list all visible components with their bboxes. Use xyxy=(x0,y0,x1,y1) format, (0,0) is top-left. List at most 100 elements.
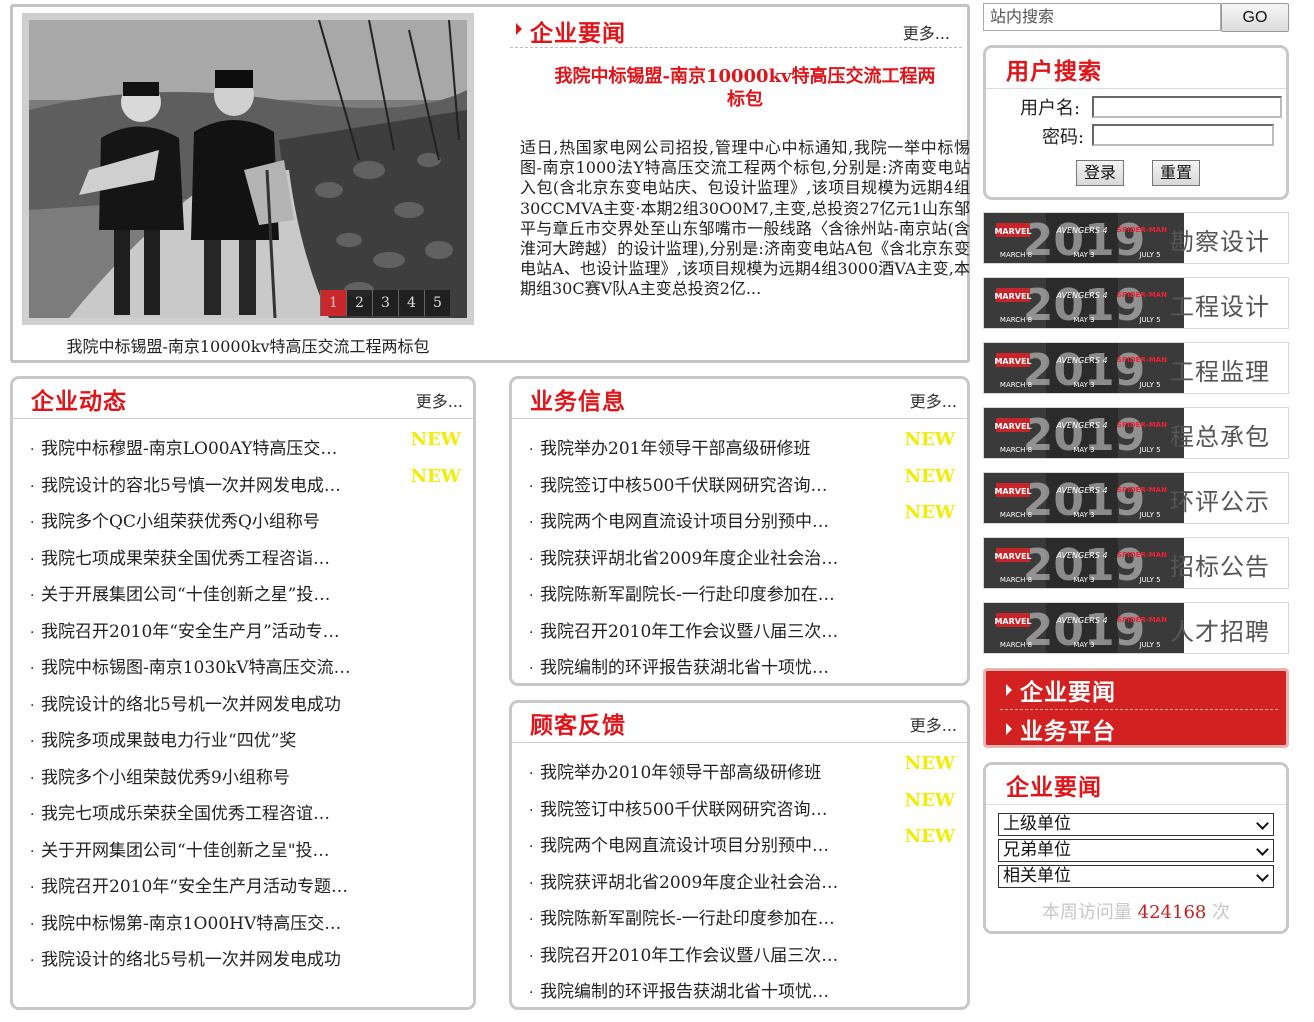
list-item-title[interactable]: 我院获评胡北省2009年度企业社会治… xyxy=(540,544,838,569)
list-item-title[interactable]: 我院两个电网直流设计项目分别预中… xyxy=(540,507,829,532)
list-item[interactable]: · 我院召开2010年工作会议暨八届三次… xyxy=(526,617,957,654)
list-item-title[interactable]: 我院编制的环评报告获湖北省十项忧… xyxy=(540,977,829,1002)
banner-may: MAY 3 xyxy=(1073,576,1094,584)
list-item[interactable]: · 我院获评胡北省2009年度企业社会治… xyxy=(526,868,957,905)
service-banner[interactable]: 2019 MARVEL AVENGERS 4 SPIDER-MAN MARCH 8 MAY… xyxy=(983,602,1289,654)
reset-button[interactable]: 重置 xyxy=(1152,160,1200,186)
list-item[interactable]: · 我院两个电网直流设计项目分别预中… NEW xyxy=(526,826,957,868)
list-item-title[interactable]: 我院召开2010年工作会议暨八届三次… xyxy=(540,617,838,642)
featured-more-link[interactable]: 更多... xyxy=(903,20,950,44)
service-banner[interactable]: 2019 MARVEL AVENGERS 4 SPIDER-MAN MARCH 8 MAY… xyxy=(983,277,1289,329)
list-item[interactable]: · 我院编制的环评报告获湖北省十项忧… xyxy=(526,653,957,690)
list-item[interactable]: · 我院获评胡北省2009年度企业社会治… xyxy=(526,544,957,581)
bullet-icon: · xyxy=(529,948,534,965)
service-banner[interactable]: 2019 MARVEL AVENGERS 4 SPIDER-MAN MARCH 8 MAY… xyxy=(983,472,1289,524)
list-item[interactable]: · 我院多项成果鼓电力行业“四优”奖 xyxy=(27,726,463,763)
new-badge: NEW xyxy=(904,753,955,774)
list-item-title[interactable]: 我院举办2010年领导干部高级研修班 xyxy=(540,758,821,783)
featured-photo-art xyxy=(29,20,467,318)
list-item[interactable]: · 我院举办2010年领导干部高级研修班 NEW xyxy=(526,753,957,795)
panel-header: 企业动态 更多... xyxy=(13,379,473,419)
list-item-title[interactable]: 我院七项成果荣获全国优秀工程咨诣… xyxy=(41,544,330,569)
list-item[interactable]: · 关于开展集团公司“十佳创新之星”投… xyxy=(27,580,463,617)
list-item[interactable]: · 我院设计的络北5号机一次并网发电成功 xyxy=(27,690,463,727)
site-search-input[interactable]: 站内搜索 xyxy=(983,3,1221,31)
service-banner[interactable]: 2019 MARVEL AVENGERS 4 SPIDER-MAN MARCH 8 MAY… xyxy=(983,407,1289,459)
list-item[interactable]: · 我院召开2010年“安全生产月活动专题… xyxy=(27,872,463,909)
list-item-title[interactable]: 我院多个QC小组荣获优秀Q小组称号 xyxy=(41,507,320,532)
list-item-title[interactable]: 我院签订中核500千伏联网研究咨询… xyxy=(540,795,827,820)
list-item[interactable]: · 我院举办201年领导干部高级研修班 NEW xyxy=(526,429,957,471)
list-item[interactable]: · 我院中标穆盟-南京LO00AY特高压交… NEW xyxy=(27,429,463,471)
list-item[interactable]: · 我院中标锡图-南京1030kV特高压交流… xyxy=(27,653,463,690)
bullet-icon: · xyxy=(30,953,35,969)
divider xyxy=(1000,709,1278,710)
password-field[interactable] xyxy=(1092,124,1274,146)
service-banner[interactable]: 2019 MARVEL AVENGERS 4 SPIDER-MAN MARCH 8 MAY… xyxy=(983,342,1289,394)
pager-button-4[interactable]: 4 xyxy=(398,290,424,316)
featured-photo[interactable]: 1 2 3 4 5 xyxy=(29,20,467,318)
pager-button-2[interactable]: 2 xyxy=(346,290,372,316)
select-superior-units[interactable]: 上级单位 xyxy=(998,813,1274,836)
list-item[interactable]: · 我院签订中核500千伏联网研究咨询… NEW xyxy=(526,790,957,832)
list-item-title[interactable]: 我院获评胡北省2009年度企业社会治… xyxy=(540,868,838,893)
new-badge: NEW xyxy=(410,429,461,450)
list-item[interactable]: · 我完七项成乐荣获全国优秀工程咨谊… xyxy=(27,799,463,836)
more-link[interactable]: 更多... xyxy=(910,712,957,736)
list-item-title[interactable]: 我院两个电网直流设计项目分别预中… xyxy=(540,831,829,856)
list-item-title[interactable]: 我院中标惕第-南京1O00HV特高压交… xyxy=(41,909,341,934)
pager-button-5[interactable]: 5 xyxy=(424,290,450,316)
list-item[interactable]: · 我院陈新军副院长-一行赴印度参加在… xyxy=(526,580,957,617)
list-item-title[interactable]: 我院陈新军副院长-一行赴印度参加在… xyxy=(540,904,835,929)
select-sibling-units[interactable]: 兄弟单位 xyxy=(998,839,1274,862)
list-item[interactable]: · 我院多个QC小组荣获优秀Q小组称号 xyxy=(27,507,463,544)
featured-headline[interactable]: 我院中标锡盟-南京10000kv特高压交流工程两标包 xyxy=(550,65,940,111)
list-item-title[interactable]: 我院编制的环评报告获湖北省十项忧… xyxy=(540,653,829,678)
list-item[interactable]: · 我院编制的环评报告获湖北省十项忧… xyxy=(526,977,957,1014)
list-item-title[interactable]: 我院设计的络北5号机一次并网发电成功 xyxy=(41,690,341,715)
list-item[interactable]: · 我院召开2010年“安全生产月”活动专… xyxy=(27,617,463,654)
list-item[interactable]: · 我院中标惕第-南京1O00HV特高压交… xyxy=(27,909,463,946)
banner-poster-image: 2019 MARVEL AVENGERS 4 SPIDER-MAN MARCH 8 MAY… xyxy=(984,213,1184,263)
list-item[interactable]: · 我院设计的络北5号机一次并网发电成功 xyxy=(27,945,463,982)
list-item[interactable]: · 我院两个电网直流设计项目分别预中… NEW xyxy=(526,502,957,544)
list-item-title[interactable]: 关于开网集团公司“十佳创新之呈"投… xyxy=(41,836,330,861)
list-item-title[interactable]: 我完七项成乐荣获全国优秀工程咨谊… xyxy=(41,799,330,824)
list-item-title[interactable]: 我院陈新军副院长-一行赴印度参加在… xyxy=(540,580,835,605)
list-item[interactable]: · 关于开网集团公司“十佳创新之呈"投… xyxy=(27,836,463,873)
more-link[interactable]: 更多... xyxy=(910,388,957,412)
list-item-title[interactable]: 我院召开2010年“安全生产月”活动专… xyxy=(41,617,340,642)
news-list: · 我院举办2010年领导干部高级研修班 NEW · 我院签订中核500千伏联网研究咨询… xyxy=(526,753,957,1014)
list-item[interactable]: · 我院多个小组荣鼓优秀9小组称号 xyxy=(27,763,463,800)
list-item-title[interactable]: 我院举办201年领导干部高级研修班 xyxy=(540,434,810,459)
list-item[interactable]: · 我院七项成果荣获全国优秀工程咨诣… xyxy=(27,544,463,581)
service-banner[interactable]: 2019 MARVEL AVENGERS 4 SPIDER-MAN MARCH 8 MAY… xyxy=(983,212,1289,264)
list-item-title[interactable]: 关于开展集团公司“十佳创新之星”投… xyxy=(41,580,330,605)
search-go-button[interactable]: GO xyxy=(1221,3,1289,32)
select-related-units[interactable]: 相关单位 xyxy=(998,865,1274,888)
list-item-title[interactable]: 我院中标穆盟-南京LO00AY特高压交… xyxy=(41,434,337,459)
list-item[interactable]: · 我院陈新军副院长-一行赴印度参加在… xyxy=(526,904,957,941)
list-item-title[interactable]: 我院召开2010年工作会议暨八届三次… xyxy=(540,941,838,966)
banner-poster-image: 2019 MARVEL AVENGERS 4 SPIDER-MAN MARCH 8 MAY… xyxy=(984,538,1184,588)
photo-caption[interactable]: 我院中标锡盟-南京10000kv特高压交流工程两标包 xyxy=(13,333,483,357)
list-item[interactable]: · 我院召开2010年工作会议暨八届三次… xyxy=(526,941,957,978)
panel-company-dynamics: 企业动态 更多... · 我院中标穆盟-南京LO00AY特高压交… NEW · 我院设计… xyxy=(10,376,476,1010)
divider xyxy=(986,804,1286,805)
list-item-title[interactable]: 我院设计的络北5号机一次并网发电成功 xyxy=(41,945,341,970)
list-item-title[interactable]: 我院中标锡图-南京1030kV特高压交流… xyxy=(41,653,351,678)
username-field[interactable] xyxy=(1092,96,1282,118)
more-link[interactable]: 更多... xyxy=(416,388,463,412)
list-item-title[interactable]: 我院多个小组荣鼓优秀9小组称号 xyxy=(41,763,290,788)
pager-button-3[interactable]: 3 xyxy=(372,290,398,316)
pager-button-1[interactable]: 1 xyxy=(320,290,346,316)
list-item-title[interactable]: 我院签订中核500千伏联网研究咨询… xyxy=(540,471,827,496)
list-item-title[interactable]: 我院设计的容北5号慎一次并网发电成… xyxy=(41,471,341,496)
list-item-title[interactable]: 我院召开2010年“安全生产月活动专题… xyxy=(41,872,348,897)
list-item-title[interactable]: 我院多项成果鼓电力行业“四优”奖 xyxy=(41,726,296,751)
service-banner[interactable]: 2019 MARVEL AVENGERS 4 SPIDER-MAN MARCH 8 MAY… xyxy=(983,537,1289,589)
list-item[interactable]: · 我院设计的容北5号慎一次并网发电成… NEW xyxy=(27,466,463,508)
login-button[interactable]: 登录 xyxy=(1076,160,1124,186)
list-item[interactable]: · 我院签订中核500千伏联网研究咨询… NEW xyxy=(526,466,957,508)
visits-label: 本周访问量 xyxy=(1041,902,1132,923)
